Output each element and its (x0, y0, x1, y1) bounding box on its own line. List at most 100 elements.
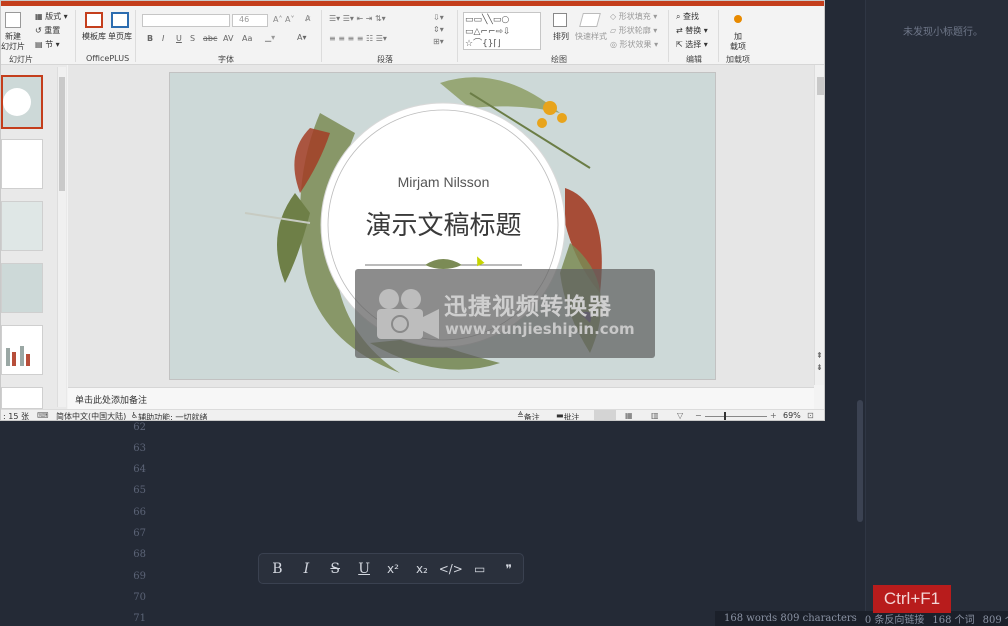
slide-thumbnail-1[interactable] (1, 75, 43, 129)
clear-format-icon[interactable]: A̷ (305, 14, 310, 23)
video-camera-icon (377, 289, 439, 339)
editor-scrollbar[interactable] (857, 400, 863, 522)
template-lib-button[interactable]: 模板库 (82, 31, 106, 42)
italic-button[interactable]: I (292, 556, 321, 581)
highlight-icon[interactable]: ▁▾ (265, 33, 275, 42)
normal-view-button[interactable] (594, 410, 616, 420)
slide-sorter-button[interactable]: ▦ (625, 411, 633, 420)
thumbnails-scroll-thumb[interactable] (59, 77, 65, 191)
thumbnails-scrollbar[interactable] (57, 67, 66, 407)
notes-pane[interactable]: 单击此处添加备注 (68, 387, 814, 409)
zoom-out-button[interactable]: − (695, 411, 702, 420)
new-slide-button-line2[interactable]: 幻灯片 (1, 41, 25, 52)
prev-slide-icon[interactable]: ⇞ (816, 351, 823, 360)
replace-button[interactable]: ⇄ 替换 ▾ (676, 25, 708, 36)
reset-button[interactable]: ↺ 重置 (35, 25, 60, 36)
bold-button[interactable]: B (263, 556, 292, 581)
bullets-icon[interactable]: ☰▾ ☰▾ ⇤ ⇥ ⇅▾ (329, 14, 386, 23)
zoom-slider[interactable] (705, 416, 767, 417)
slide-thumbnail-6[interactable] (1, 387, 43, 409)
fit-to-window-icon[interactable]: ⊡ (807, 411, 814, 420)
single-lib-button[interactable]: 单页库 (108, 31, 132, 42)
underline-button[interactable]: U (350, 556, 379, 581)
align-text-icon[interactable]: ⇕▾ (433, 25, 444, 34)
quote-button[interactable]: ❞ (494, 556, 523, 581)
quick-styles-icon[interactable] (579, 13, 601, 27)
codeblock-button[interactable]: ▭ (465, 556, 494, 581)
ppt-status-bar: : 15 张 ⌨ 简体中文(中国大陆) ♿ 辅助功能: 一切就绪 ≜ 备注 ▬ … (1, 409, 824, 420)
zoom-level[interactable]: 69% (783, 411, 801, 420)
line-number: 68 (133, 549, 146, 560)
align-icons[interactable]: ≡ ≡ ≡ ≡ ☷ ☰▾ (329, 34, 387, 43)
backlinks-count[interactable]: 0 条反向链接 (865, 611, 925, 626)
text-direction-icon[interactable]: ⇩▾ (433, 13, 444, 22)
arrange-button[interactable]: 排列 (553, 31, 569, 42)
language-indicator[interactable]: 简体中文(中国大陆) (56, 411, 126, 420)
format-toolbar: B I S U x² x₂ </> ▭ ❞ (258, 553, 524, 584)
quick-styles-button[interactable]: 快速样式 (575, 31, 607, 42)
shortcut-badge: Ctrl+F1 (873, 585, 951, 613)
line-number: 62 (133, 422, 146, 433)
arrange-icon[interactable] (553, 13, 567, 27)
superscript-button[interactable]: x² (379, 556, 408, 581)
slide-scroll-thumb[interactable] (817, 77, 824, 95)
single-lib-icon[interactable] (111, 12, 129, 28)
word-count: 168 words 809 characters (724, 613, 857, 624)
comments-toggle[interactable]: ▬ 批注 (556, 411, 580, 420)
layout-button[interactable]: ▦ 版式 ▾ (35, 11, 68, 22)
font-color-icon[interactable]: A▾ (297, 33, 307, 42)
slide-thumbnail-2[interactable] (1, 139, 43, 189)
find-button[interactable]: ⌕ 查找 (676, 11, 699, 22)
group-drawing-label: 绘图 (551, 55, 567, 64)
screen: 62 63 64 65 66 67 68 69 70 71 B I S U x²… (0, 0, 1008, 626)
watermark-url: www.xunjieshipin.com (445, 320, 635, 338)
slide-thumbnail-4[interactable] (1, 263, 43, 313)
select-button[interactable]: ⇱ 选择 ▾ (676, 39, 708, 50)
line-number: 69 (133, 571, 146, 582)
slide-thumbnail-3[interactable] (1, 201, 43, 251)
strike-icon[interactable]: abc (203, 34, 217, 43)
accessibility-label: 辅助功能: 一切就绪 (138, 413, 208, 421)
group-slides-label: 幻灯片 (9, 55, 33, 64)
zoom-in-button[interactable]: + (770, 411, 777, 420)
subscript-button[interactable]: x₂ (407, 556, 436, 581)
reading-view-button[interactable]: ▥ (651, 411, 659, 420)
divider (135, 10, 136, 62)
shadow-icon[interactable]: S (190, 34, 195, 43)
font-name-dropdown[interactable] (142, 14, 230, 27)
shapes-gallery[interactable]: ▭▭╲╲▭○ ▭△⌐⌐⇨⇩ ☆⌒{}⌈⌋ (463, 12, 541, 50)
code-button[interactable]: </> (436, 556, 465, 581)
shape-effect-button[interactable]: ◎ 形状效果 ▾ (610, 39, 658, 50)
new-slide-icon[interactable] (5, 12, 21, 28)
next-slide-icon[interactable]: ⇟ (816, 363, 823, 372)
thumb-circle (3, 88, 31, 116)
slide-scrollbar[interactable]: ⇞ ⇟ (814, 65, 824, 385)
cn-word-count: 168 个词 (932, 615, 975, 626)
underline-icon[interactable]: U (176, 34, 182, 43)
font-grow-shrink-icons[interactable]: A˄ A˅ (273, 15, 295, 24)
shape-outline-button[interactable]: ▱ 形状轮廓 ▾ (610, 25, 657, 36)
slide-thumbnail-5[interactable] (1, 325, 43, 375)
shape-fill-button[interactable]: ◇ 形状填充 ▾ (610, 11, 657, 22)
section-button[interactable]: ▤ 节 ▾ (35, 39, 60, 50)
group-officeplus-label: OfficePLUS (86, 54, 130, 63)
font-size-dropdown[interactable]: 46 (232, 14, 268, 27)
zoom-slider-handle[interactable] (724, 412, 726, 420)
case-icon[interactable]: Aa (242, 34, 252, 43)
notes-toggle[interactable]: ≜ 备注 (517, 411, 540, 420)
slide-title[interactable]: 演示文稿标题 (170, 205, 715, 242)
slideshow-button[interactable]: ▽ (677, 411, 683, 420)
char-spacing-icon[interactable]: AV (223, 34, 233, 43)
strikethrough-button[interactable]: S (321, 556, 350, 581)
outline-empty-text: 未发现小标题行。 (903, 27, 983, 38)
smartart-icon[interactable]: ⊞▾ (433, 37, 444, 46)
addins-icon[interactable] (734, 15, 742, 23)
italic-icon[interactable]: I (162, 34, 164, 43)
addins-button-line2[interactable]: 载项 (730, 41, 746, 52)
template-lib-icon[interactable] (85, 12, 103, 28)
divider (75, 10, 76, 62)
slide-subtitle[interactable]: Mirjam Nilsson (170, 174, 715, 190)
bold-icon[interactable]: B (147, 34, 153, 43)
spellcheck-icon[interactable]: ⌨ (37, 411, 49, 420)
accessibility-status[interactable]: ♿ 辅助功能: 一切就绪 (131, 411, 207, 420)
